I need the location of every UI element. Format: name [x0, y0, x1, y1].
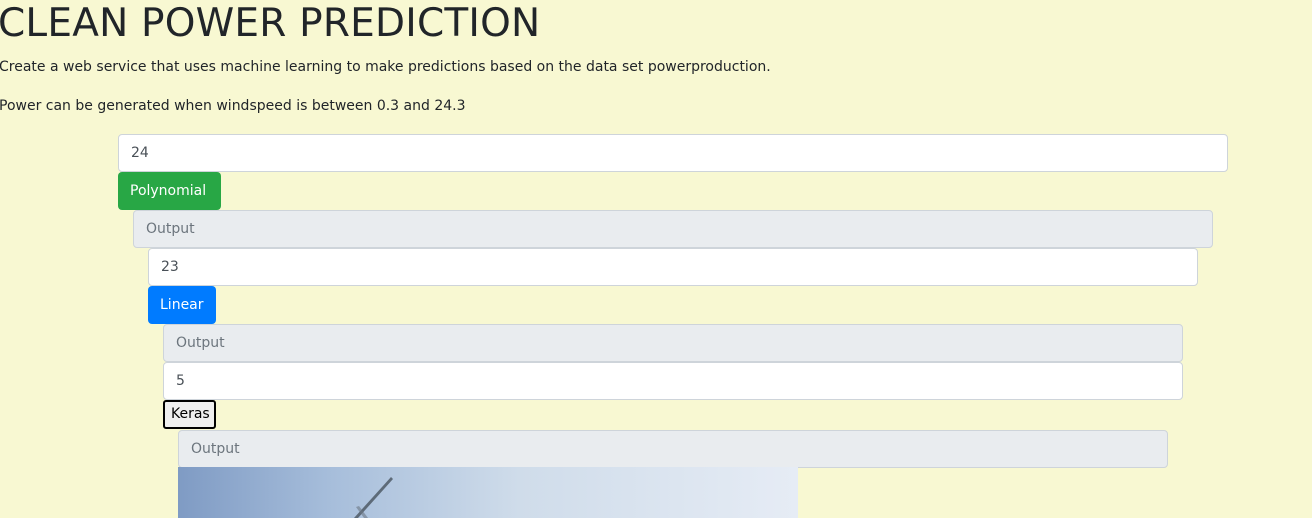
windspeed-range-text: Power can be generated when windspeed is… — [0, 98, 466, 114]
keras-output-field[interactable]: Output — [178, 430, 1168, 468]
keras-button[interactable]: Keras — [163, 400, 216, 429]
polynomial-output-field[interactable]: Output — [133, 210, 1213, 248]
linear-speed-input[interactable]: 23 — [148, 248, 1198, 286]
keras-speed-input[interactable]: 5 — [163, 362, 1183, 400]
wind-turbine-blade-icon — [354, 477, 393, 518]
page-title: CLEAN POWER PREDICTION — [0, 1, 541, 46]
page: CLEAN POWER PREDICTION Create a web serv… — [0, 0, 1312, 518]
linear-button[interactable]: Linear — [148, 286, 216, 324]
wind-turbine-image — [178, 467, 798, 518]
description-text: Create a web service that uses machine l… — [0, 59, 771, 75]
linear-output-field[interactable]: Output — [163, 324, 1183, 362]
polynomial-button[interactable]: Polynomial — [118, 172, 221, 210]
polynomial-speed-input[interactable]: 24 — [118, 134, 1228, 172]
